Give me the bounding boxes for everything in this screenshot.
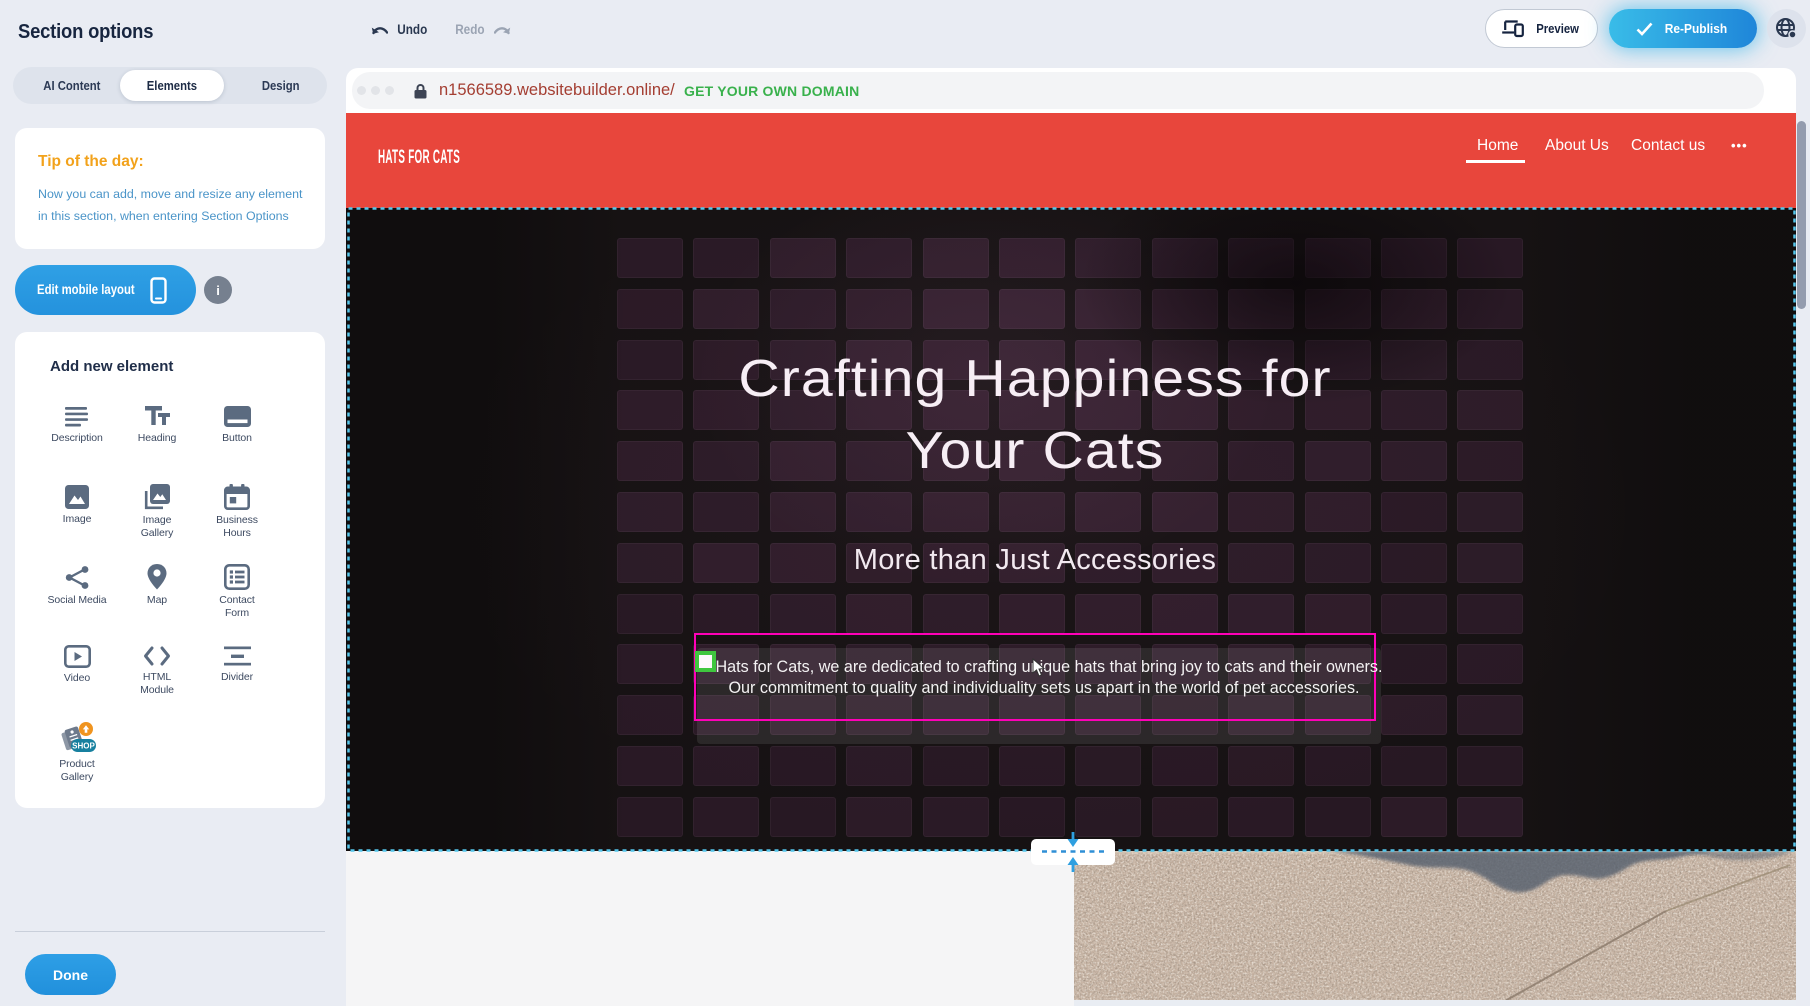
svg-text:SHOP: SHOP (72, 742, 95, 751)
